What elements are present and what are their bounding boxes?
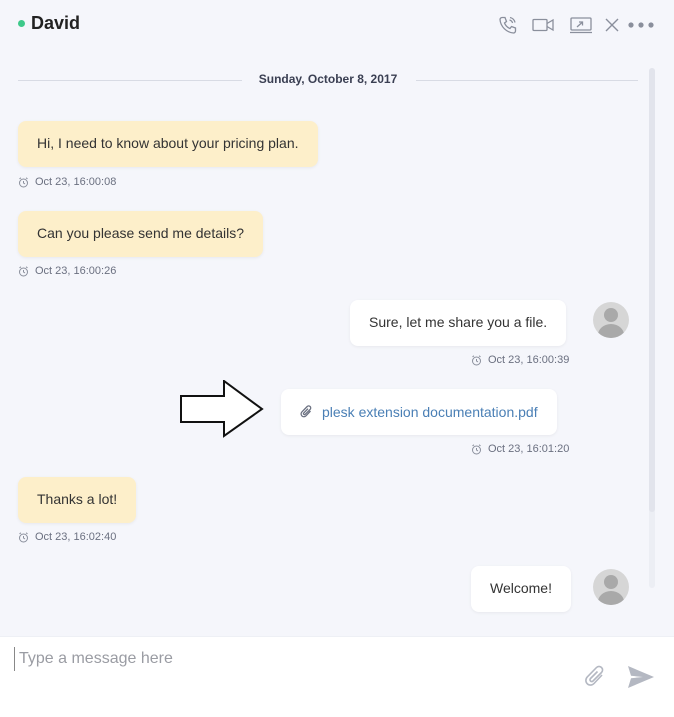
screen-share-icon[interactable] (569, 14, 593, 36)
message-input[interactable] (14, 647, 561, 671)
file-link[interactable]: plesk extension documentation.pdf (322, 402, 538, 422)
more-options-icon[interactable] (628, 14, 654, 36)
phone-icon[interactable] (497, 14, 519, 36)
clock-icon (472, 443, 481, 454)
chat-window: David Sunday, October 8, 2017 Hi, I need… (0, 0, 674, 717)
outgoing-message-bubble: Welcome! (471, 566, 571, 612)
clock-icon (19, 176, 28, 187)
attach-file-icon[interactable] (584, 664, 608, 690)
send-icon[interactable] (627, 665, 655, 689)
date-label: Sunday, October 8, 2017 (258, 72, 398, 86)
message-text: Hi, I need to know about your pricing pl… (37, 135, 299, 151)
close-icon[interactable] (603, 14, 621, 36)
arrow-annotation-icon (180, 380, 264, 438)
outgoing-message-bubble: Sure, let me share you a file. (350, 300, 567, 346)
file-attachment-bubble[interactable]: plesk extension documentation.pdf (281, 389, 557, 435)
avatar[interactable] (593, 569, 629, 605)
message-text: Thanks a lot! (37, 491, 118, 507)
avatar[interactable] (593, 302, 629, 338)
scrollbar-thumb[interactable] (649, 68, 655, 512)
message-timestamp: Oct 23, 16:00:08 (18, 176, 116, 188)
clock-icon (19, 265, 28, 276)
video-camera-icon[interactable] (532, 14, 554, 36)
incoming-message-bubble: Thanks a lot! (18, 477, 137, 523)
message-timestamp: Oct 23, 16:02:40 (18, 531, 116, 543)
message-timestamp: Oct 23, 16:00:26 (18, 265, 116, 277)
message-timestamp: Oct 23, 16:01:20 (471, 443, 569, 455)
incoming-message-bubble: Hi, I need to know about your pricing pl… (18, 121, 318, 167)
clock-icon (472, 354, 481, 365)
incoming-message-bubble: Can you please send me details? (18, 211, 264, 257)
online-status-indicator (18, 20, 25, 27)
message-text: Sure, let me share you a file. (369, 314, 548, 330)
contact-name[interactable]: David (31, 13, 80, 34)
message-timestamp: Oct 23, 16:00:39 (471, 354, 569, 366)
date-divider: Sunday, October 8, 2017 (18, 68, 638, 92)
paperclip-icon (300, 405, 312, 418)
message-text: Welcome! (490, 580, 552, 596)
message-text: Can you please send me details? (37, 225, 245, 241)
clock-icon (19, 531, 28, 542)
message-composer (0, 636, 674, 717)
chat-header: David (0, 0, 674, 50)
